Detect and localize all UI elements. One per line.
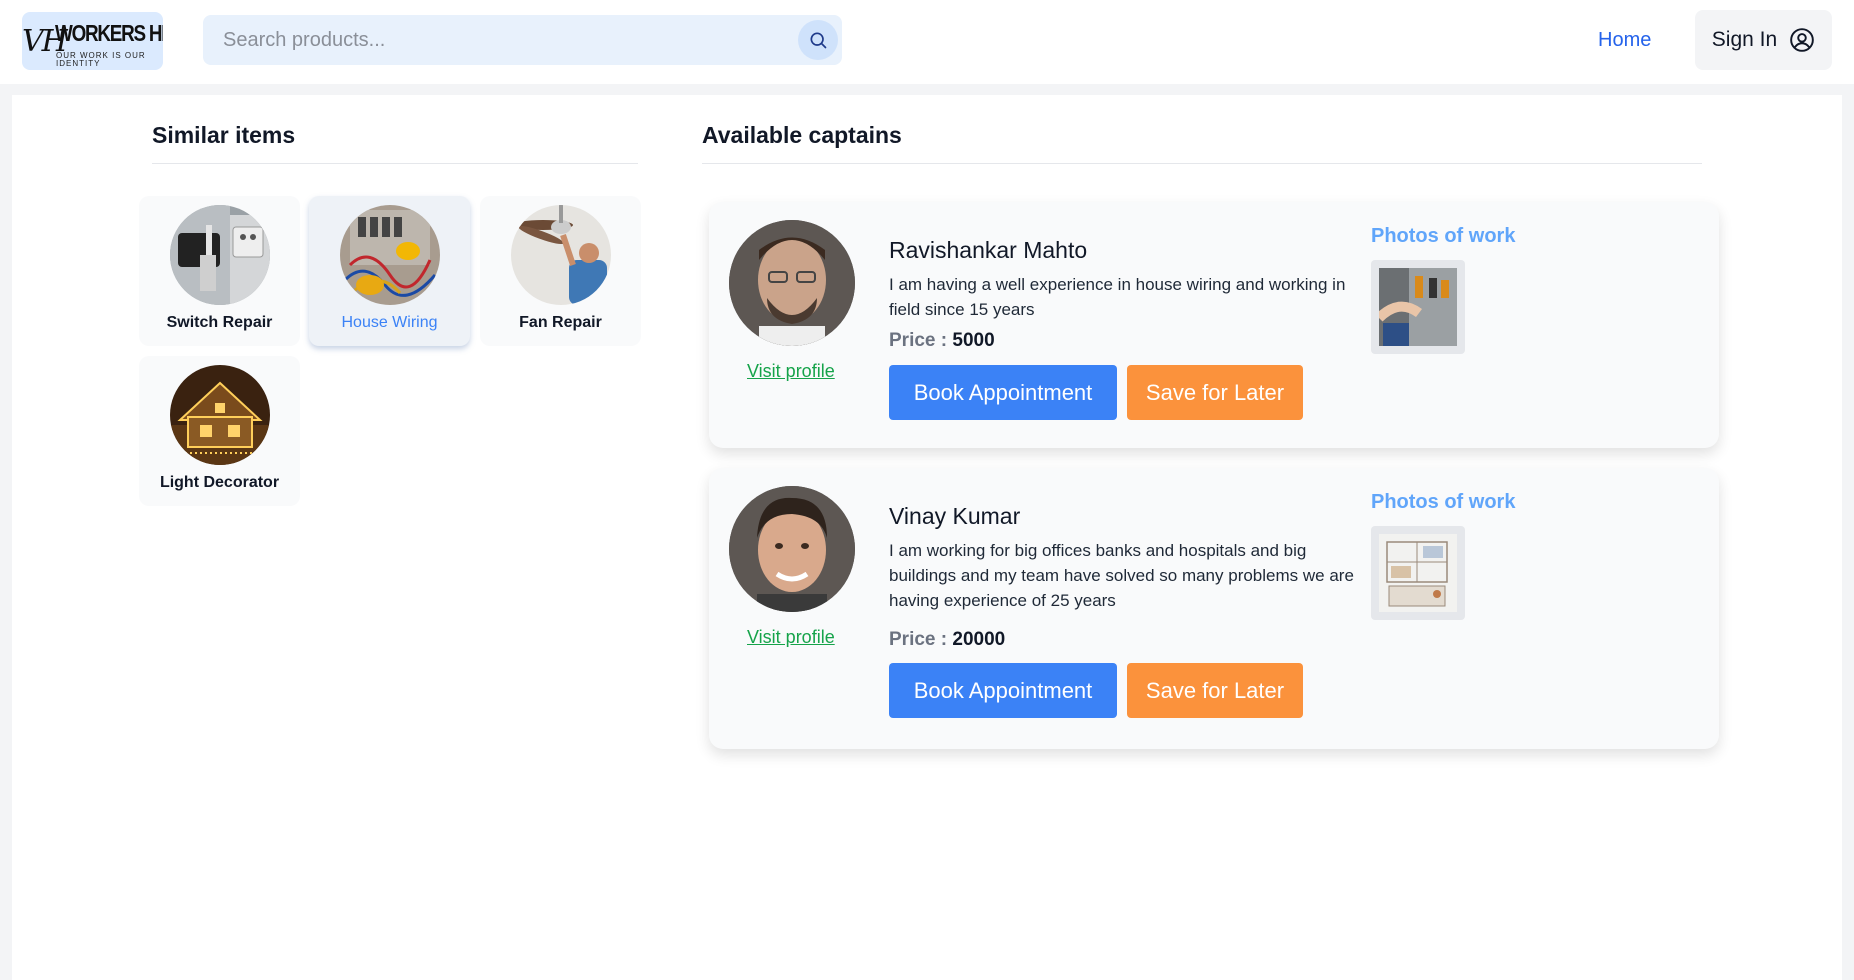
nav-home-link[interactable]: Home	[1598, 29, 1651, 52]
save-for-later-button[interactable]: Save for Later	[1127, 663, 1303, 718]
work-photo-thumbnail[interactable]	[1371, 260, 1465, 354]
fan-repair-image	[511, 205, 611, 305]
item-card-switch-repair[interactable]: Switch Repair	[139, 196, 300, 346]
photos-of-work-title: Photos of work	[1371, 491, 1516, 513]
main-content: Similar items Switch Repair House Wiring…	[12, 95, 1842, 980]
light-decorator-image	[170, 365, 270, 465]
item-card-fan-repair[interactable]: Fan Repair	[480, 196, 641, 346]
captain-avatar[interactable]	[729, 220, 855, 346]
logo-name: WORKERS HIVE	[55, 20, 163, 46]
sign-in-label: Sign In	[1711, 28, 1778, 51]
price-value: 5000	[952, 330, 995, 351]
book-appointment-button[interactable]: Book Appointment	[889, 663, 1117, 718]
price-value: 20000	[952, 629, 1006, 650]
user-circle-icon	[1790, 28, 1814, 52]
visit-profile-link[interactable]: Visit profile	[747, 361, 835, 382]
captain-avatar[interactable]	[729, 486, 855, 612]
search-input[interactable]	[203, 15, 783, 65]
house-wiring-image	[340, 205, 440, 305]
item-label: Light Decorator	[159, 474, 280, 491]
captains-divider	[702, 163, 1702, 164]
captain-card: Visit profile Ravishankar Mahto I am hav…	[709, 202, 1719, 448]
captain-price: Price : 5000	[889, 330, 995, 352]
captain-card: Visit profile Vinay Kumar I am working f…	[709, 468, 1719, 749]
top-header: VH WORKERS HIVE OUR WORK IS OUR IDENTITY…	[0, 0, 1854, 84]
sign-in-button[interactable]: Sign In	[1695, 10, 1832, 70]
price-label: Price :	[889, 330, 948, 351]
search-bar	[203, 15, 842, 65]
visit-profile-link[interactable]: Visit profile	[747, 627, 835, 648]
item-label: Switch Repair	[166, 314, 273, 331]
work-photo-thumbnail[interactable]	[1371, 526, 1465, 620]
save-for-later-button[interactable]: Save for Later	[1127, 365, 1303, 420]
captain-name: Ravishankar Mahto	[889, 237, 1088, 263]
search-button[interactable]	[798, 20, 838, 60]
item-card-light-decorator[interactable]: Light Decorator	[139, 356, 300, 506]
search-icon	[810, 32, 827, 49]
item-label: House Wiring	[341, 314, 438, 331]
item-card-house-wiring[interactable]: House Wiring	[309, 196, 470, 346]
book-appointment-button[interactable]: Book Appointment	[889, 365, 1117, 420]
logo-tagline: OUR WORK IS OUR IDENTITY	[56, 51, 146, 68]
item-label: Fan Repair	[519, 314, 602, 331]
captain-description: I am having a well experience in house w…	[889, 275, 1346, 319]
similar-divider	[152, 163, 638, 164]
similar-items-title: Similar items	[152, 122, 296, 148]
price-label: Price :	[889, 629, 948, 650]
captain-price: Price : 20000	[889, 629, 1005, 651]
workers-hive-logo[interactable]: VH WORKERS HIVE OUR WORK IS OUR IDENTITY	[22, 12, 163, 70]
available-captains-title: Available captains	[702, 122, 902, 148]
captain-description: I am working for big offices banks and h…	[889, 541, 1354, 610]
switch-repair-image	[170, 205, 270, 305]
captain-name: Vinay Kumar	[889, 503, 1021, 529]
photos-of-work-title: Photos of work	[1371, 225, 1516, 247]
